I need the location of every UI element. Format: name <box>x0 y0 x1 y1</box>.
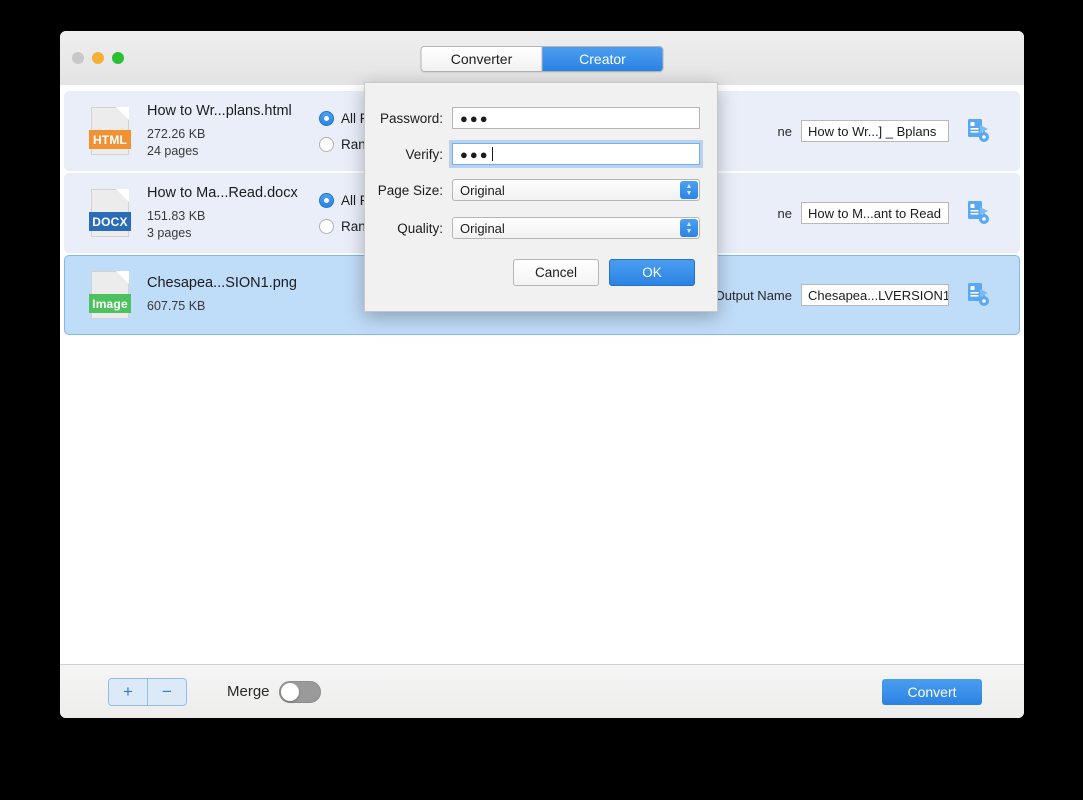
add-remove-control: + − <box>108 677 187 706</box>
quality-label: Quality: <box>397 220 443 236</box>
file-name: How to Ma...Read.docx <box>147 184 298 201</box>
password-label: Password: <box>379 110 443 126</box>
file-name: Chesapea...SION1.png <box>147 275 297 291</box>
quality-value: Original <box>460 220 505 236</box>
merge-label: Merge <box>227 683 270 700</box>
document-settings-icon[interactable] <box>967 118 991 144</box>
verify-input-value: ●●● <box>460 146 490 162</box>
quality-row: Quality: Original ▲ ▼ <box>365 217 717 239</box>
remove-file-button[interactable]: − <box>148 678 186 705</box>
traffic-lights <box>72 52 124 64</box>
password-input[interactable]: ●●● <box>452 107 700 129</box>
bottom-toolbar: + − Merge Convert <box>60 664 1024 718</box>
file-info: How to Wr...plans.html 272.26 KB 24 page… <box>147 103 315 160</box>
page-size-row: Page Size: Original ▲ ▼ <box>365 179 717 201</box>
page-size-select[interactable]: Original ▲ ▼ <box>452 179 700 201</box>
radio-all-pages-icon[interactable] <box>319 192 334 208</box>
minimize-button-icon[interactable] <box>92 52 104 64</box>
page-size-value: Original <box>460 182 505 198</box>
file-page-count: 3 pages <box>147 225 192 240</box>
merge-toggle[interactable] <box>278 680 321 703</box>
merge-group: Merge <box>227 680 321 703</box>
file-info: Chesapea...SION1.png 607.75 KB <box>147 275 315 315</box>
file-page-count: 24 pages <box>147 143 199 158</box>
document-settings-icon[interactable] <box>967 282 991 308</box>
screen: Converter Creator HTML How to Wr...plans… <box>0 0 1083 800</box>
file-size: 272.26 KB <box>147 126 206 141</box>
verify-label: Verify: <box>405 146 443 162</box>
merge-toggle-knob <box>280 682 299 701</box>
mode-segmented-control: Converter Creator <box>420 46 664 72</box>
image-file-icon: Image <box>89 271 131 319</box>
output-name-group: ne How to Wr...] _ Bplans <box>778 120 949 142</box>
html-file-icon: HTML <box>89 107 131 155</box>
add-file-button[interactable]: + <box>109 678 148 705</box>
tab-creator[interactable]: Creator <box>542 47 663 71</box>
chevron-up-down-icon[interactable]: ▲ ▼ <box>680 181 698 199</box>
output-name-input[interactable]: How to M...ant to Read <box>801 202 949 224</box>
output-name-input[interactable]: Chesapea...LVERSION1 <box>801 284 949 306</box>
quality-select[interactable]: Original ▲ ▼ <box>452 217 700 239</box>
dialog-actions: Cancel OK <box>513 259 695 286</box>
verify-row: Verify: ●●● <box>365 143 717 165</box>
verify-input[interactable]: ●●● <box>452 143 700 165</box>
convert-button[interactable]: Convert <box>882 678 982 705</box>
document-settings-icon[interactable] <box>967 200 991 226</box>
output-name-group: Output Name Chesapea...LVERSION1 <box>715 284 949 306</box>
zoom-button-icon[interactable] <box>112 52 124 64</box>
docx-file-icon: DOCX <box>89 189 131 237</box>
creator-settings-dialog: Password: ●●● Verify: ●●● Page Size: Ori… <box>364 82 718 312</box>
output-name-label: ne <box>777 123 792 139</box>
radio-range-icon[interactable] <box>319 218 334 234</box>
title-bar: Converter Creator <box>60 31 1024 86</box>
file-type-badge: HTML <box>89 130 131 149</box>
output-name-input[interactable]: How to Wr...] _ Bplans <box>801 120 949 142</box>
text-caret <box>491 147 493 161</box>
close-button-icon[interactable] <box>72 52 84 64</box>
output-name-label: Output Name <box>714 287 792 303</box>
file-size: 607.75 KB <box>147 299 206 313</box>
file-type-badge: DOCX <box>89 212 131 231</box>
tab-converter[interactable]: Converter <box>421 47 543 71</box>
ok-button[interactable]: OK <box>609 259 695 286</box>
password-row: Password: ●●● <box>365 107 717 129</box>
file-info: How to Ma...Read.docx 151.83 KB 3 pages <box>147 185 315 242</box>
file-size: 151.83 KB <box>147 208 206 223</box>
chevron-up-down-icon[interactable]: ▲ ▼ <box>680 219 698 237</box>
radio-all-pages-icon[interactable] <box>319 110 334 126</box>
cancel-button[interactable]: Cancel <box>513 259 599 286</box>
radio-range-icon[interactable] <box>319 136 334 152</box>
output-name-label: ne <box>777 205 792 221</box>
output-name-group: ne How to M...ant to Read <box>778 202 949 224</box>
page-size-label: Page Size: <box>377 182 443 198</box>
file-type-badge: Image <box>89 294 131 313</box>
file-name: How to Wr...plans.html <box>147 102 292 119</box>
